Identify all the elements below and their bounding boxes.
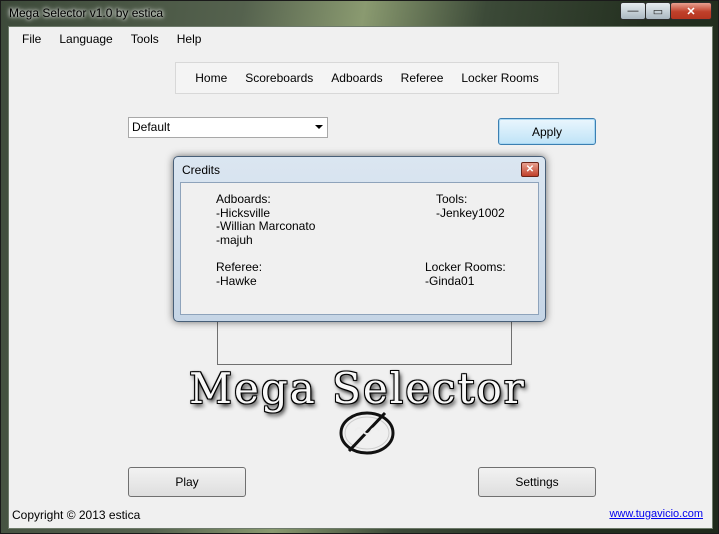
nav-referee[interactable]: Referee bbox=[392, 71, 453, 85]
referee-heading: Referee: bbox=[216, 260, 263, 274]
close-button[interactable]: ✕ bbox=[670, 2, 712, 20]
nav-scoreboards[interactable]: Scoreboards bbox=[236, 71, 322, 85]
credits-dialog-title: Credits bbox=[182, 163, 221, 177]
locker-rooms-credits: Locker Rooms: -Ginda01 bbox=[425, 260, 506, 288]
app-logo: Mega Selector bbox=[189, 364, 526, 413]
tools-heading: Tools: bbox=[436, 192, 468, 206]
menu-help[interactable]: Help bbox=[168, 27, 211, 51]
nav-bar: Home Scoreboards Adboards Referee Locker… bbox=[175, 62, 559, 94]
main-window: Mega Selector v1.0 by estica — ▭ ✕ File … bbox=[0, 0, 719, 534]
preset-select-value: Default bbox=[132, 120, 171, 134]
credit-name: -Hicksville bbox=[216, 205, 270, 220]
locker-rooms-heading: Locker Rooms: bbox=[425, 260, 506, 274]
menu-language[interactable]: Language bbox=[50, 27, 121, 51]
chevron-down-icon bbox=[315, 125, 323, 129]
credits-close-button[interactable]: ✕ bbox=[521, 162, 539, 177]
copyright-text: Copyright © 2013 estica bbox=[12, 508, 141, 522]
adboards-heading: Adboards: bbox=[216, 192, 271, 206]
window-controls: — ▭ ✕ bbox=[620, 2, 712, 20]
referee-credits: Referee: -Hawke bbox=[216, 260, 263, 288]
menu-tools[interactable]: Tools bbox=[122, 27, 168, 51]
adboards-credits: Adboards: -Hicksville -Willian Marconato… bbox=[216, 192, 316, 247]
nav-locker-rooms[interactable]: Locker Rooms bbox=[452, 71, 547, 85]
title-bar[interactable]: Mega Selector v1.0 by estica — ▭ ✕ bbox=[1, 1, 718, 25]
apply-button[interactable]: Apply bbox=[498, 118, 596, 145]
maximize-button[interactable]: ▭ bbox=[645, 2, 671, 20]
preset-select[interactable]: Default bbox=[128, 117, 328, 138]
nav-home[interactable]: Home bbox=[186, 71, 236, 85]
credits-dialog: Credits ✕ Adboards: -Hicksville -Willian… bbox=[173, 156, 546, 322]
menu-file[interactable]: File bbox=[13, 27, 50, 51]
credit-name: -Jenkey1002 bbox=[436, 205, 505, 220]
settings-button[interactable]: Settings bbox=[478, 467, 596, 497]
preview-panel bbox=[217, 319, 512, 365]
window-title: Mega Selector v1.0 by estica bbox=[9, 6, 164, 20]
nav-adboards[interactable]: Adboards bbox=[322, 71, 391, 85]
credits-body: Adboards: -Hicksville -Willian Marconato… bbox=[180, 182, 539, 315]
credit-name: -majuh bbox=[216, 232, 253, 247]
seal-logo-icon bbox=[339, 411, 395, 455]
credit-name: -Willian Marconato bbox=[216, 219, 316, 233]
website-link[interactable]: www.tugavicio.com bbox=[609, 508, 703, 520]
credit-name: -Ginda01 bbox=[425, 273, 475, 288]
credit-name: -Hawke bbox=[216, 273, 257, 288]
menu-bar: File Language Tools Help bbox=[9, 27, 712, 51]
minimize-button[interactable]: — bbox=[620, 2, 646, 20]
play-button[interactable]: Play bbox=[128, 467, 246, 497]
tools-credits: Tools: -Jenkey1002 bbox=[436, 192, 505, 220]
